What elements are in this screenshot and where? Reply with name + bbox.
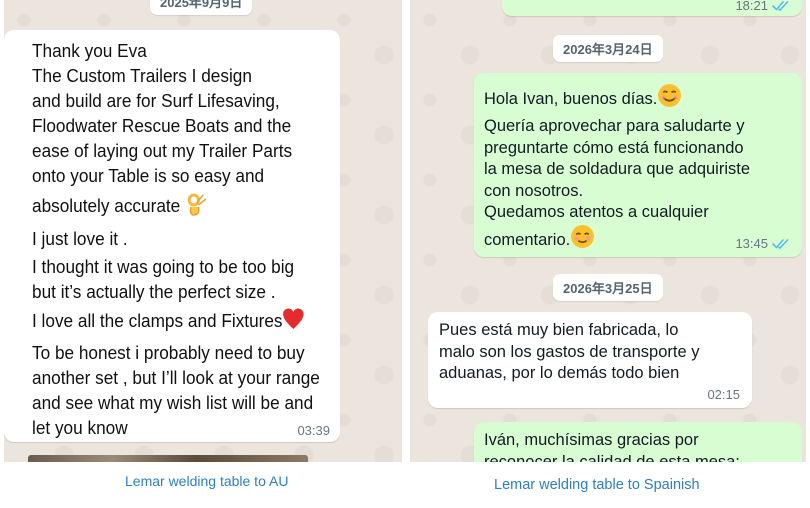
- message-line: malo son los gastos de transporte y: [439, 342, 700, 361]
- date-separator: 2026年3月25日: [553, 274, 663, 301]
- message-line: but it’s actually the perfect size .: [32, 281, 276, 302]
- message-line-with-emoji: Hola Ivan, buenos días.: [484, 83, 790, 116]
- message-time: 02:15: [707, 387, 740, 402]
- message-line: Pues está muy bien fabricada, lo: [439, 321, 679, 339]
- photo-thumbnail-partial[interactable]: [28, 455, 308, 462]
- message-line: To be honest i probably need to buy: [32, 342, 305, 363]
- outgoing-message-greeting[interactable]: Hola Ivan, buenos días. Quería aprovecha…: [474, 73, 802, 257]
- caption-right[interactable]: Lemar welding table to Spainish: [494, 477, 700, 493]
- message-line: The Custom Trailers I design: [32, 65, 252, 86]
- message-line: Thank you Eva: [32, 40, 147, 61]
- message-status: 13:45: [735, 236, 790, 251]
- message-line: I just love it .: [32, 228, 128, 249]
- double-check-icon: [772, 239, 789, 249]
- date-separator: 2026年3月24日: [553, 35, 663, 62]
- message-line-with-emoji: I love all the clamps and Fixtures: [32, 307, 304, 337]
- message-line: preguntarte cómo está funcionando: [484, 138, 744, 157]
- message-line: Quería aprovechar para saludarte y: [484, 117, 745, 135]
- message-line: aduanas, por lo demás todo bien: [439, 364, 680, 382]
- message-line: I thought it was going to be too big: [32, 256, 295, 277]
- message-line-with-emoji: absolutely accurate: [32, 191, 304, 223]
- message-status: 18:21: [735, 0, 790, 13]
- double-check-icon: [772, 1, 789, 11]
- incoming-message-ivan[interactable]: Pues está muy bien fabricada, lo malo so…: [428, 312, 752, 408]
- message-line: con nosotros.: [484, 181, 584, 200]
- message-time: 03:39: [297, 423, 330, 438]
- smiling-face-emoji: [657, 83, 682, 116]
- message-line: and see what my wish list will be and: [32, 392, 314, 413]
- outgoing-message-thanks-partial[interactable]: Iván, muchísimas gracias por reconocer l…: [474, 422, 802, 462]
- message-line: la mesa de soldadura que adquiriste: [484, 160, 751, 178]
- message-line: and build are for Surf Lifesaving,: [32, 90, 280, 111]
- outgoing-message-partial[interactable]: 18:21: [502, 0, 802, 16]
- message-line: onto your Table is so easy and: [32, 165, 265, 186]
- message-line: ease of laying out my Trailer Parts: [32, 140, 293, 161]
- message-line: Quedamos atentos a cualquier: [484, 203, 709, 221]
- red-heart-emoji: [283, 307, 305, 337]
- right-chat-panel: 18:21 2026年3月24日 Hola Ivan, buenos días.…: [410, 0, 806, 462]
- caption-left[interactable]: Lemar welding table to AU: [125, 473, 288, 489]
- message-line: Floodwater Rescue Boats and the: [32, 115, 292, 136]
- message-line: another set , but I’ll look at your rang…: [32, 367, 320, 388]
- left-chat-panel: 2025年9月9日 Thank you Eva The Custom Trail…: [4, 0, 402, 462]
- message-line: let you know: [32, 417, 128, 438]
- ok-hand-emoji: [185, 191, 207, 223]
- date-separator-partial: 2025年9月9日: [150, 0, 253, 15]
- message-line: Iván, muchísimas gracias por: [484, 431, 699, 449]
- message-line: reconocer la calidad de esta mesa;: [484, 452, 740, 463]
- blush-face-emoji: [570, 224, 595, 257]
- incoming-message-eva[interactable]: Thank you Eva The Custom Trailers I desi…: [4, 30, 340, 442]
